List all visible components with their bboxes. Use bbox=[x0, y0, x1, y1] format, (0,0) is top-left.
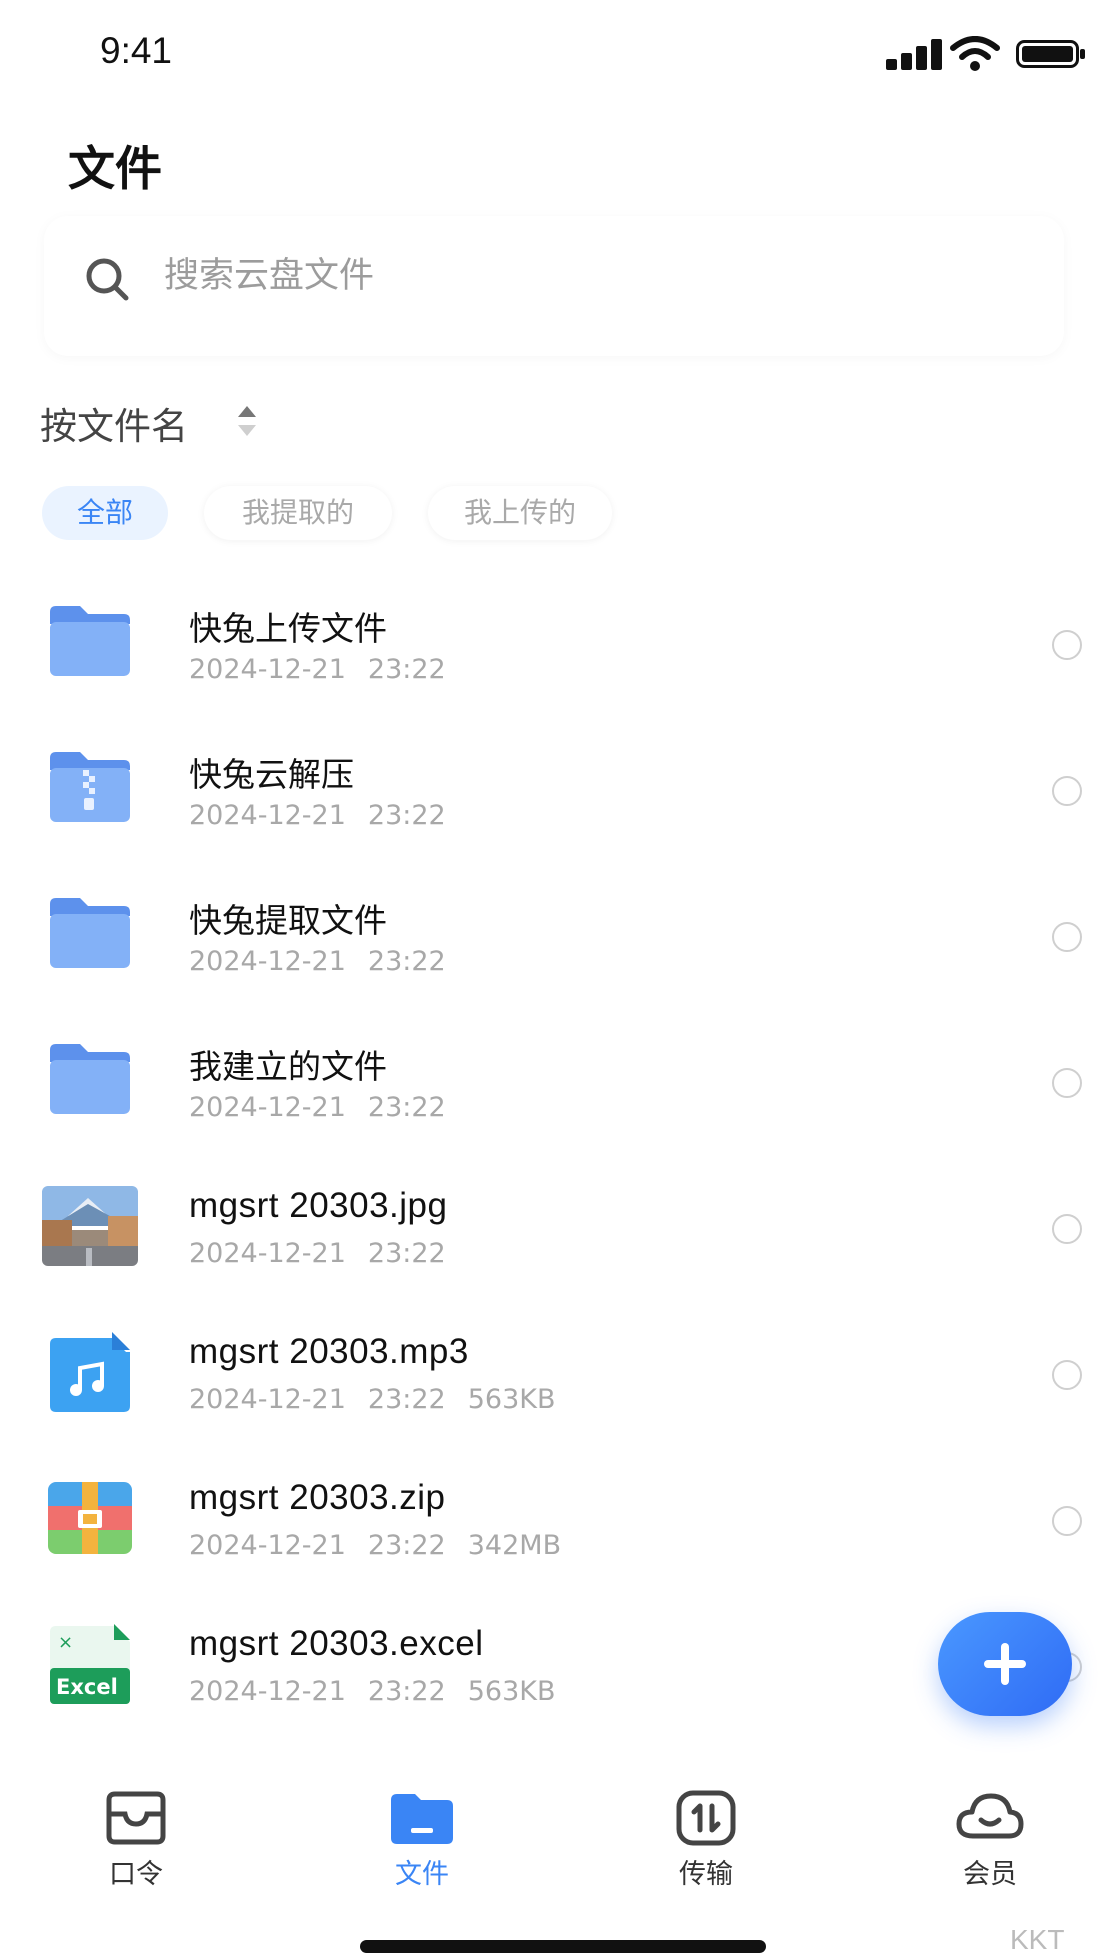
file-name: mgsrt 20303.zip bbox=[189, 1478, 446, 1517]
archive-file-icon bbox=[48, 1482, 132, 1554]
file-time: 23:22 bbox=[367, 800, 446, 831]
plus-icon bbox=[984, 1643, 1026, 1685]
file-size: 563KB bbox=[467, 1384, 556, 1415]
file-meta: 2024-12-21 23:22 563KB bbox=[189, 1384, 578, 1415]
nav-tab-membership[interactable]: 会员 bbox=[890, 1790, 1090, 1890]
file-date: 2024-12-21 bbox=[189, 1092, 346, 1123]
file-meta: 2024-12-21 23:22 bbox=[189, 946, 468, 977]
file-meta: 2024-12-21 23:22 bbox=[189, 800, 468, 831]
file-time: 23:22 bbox=[367, 1384, 446, 1415]
sort-arrows-icon[interactable] bbox=[236, 404, 258, 438]
select-radio[interactable] bbox=[1052, 1214, 1082, 1244]
nav-label: 会员 bbox=[963, 1859, 1017, 1890]
file-name: 快兔上传文件 bbox=[189, 609, 387, 648]
add-button[interactable] bbox=[938, 1612, 1072, 1716]
music-file-icon bbox=[50, 1332, 130, 1412]
file-name: mgsrt 20303.excel bbox=[189, 1624, 484, 1663]
select-radio[interactable] bbox=[1052, 1068, 1082, 1098]
nav-tab-transfer[interactable]: 传输 bbox=[606, 1790, 806, 1890]
search-icon bbox=[86, 258, 129, 301]
file-name: mgsrt 20303.mp3 bbox=[189, 1332, 469, 1371]
select-radio[interactable] bbox=[1052, 922, 1082, 952]
file-row[interactable]: 快兔云解压 2024-12-21 23:22 bbox=[0, 718, 1113, 864]
cloud-icon bbox=[956, 1793, 1024, 1839]
file-time: 23:22 bbox=[367, 1092, 446, 1123]
excel-icon-text: Excel bbox=[56, 1675, 118, 1699]
image-thumbnail bbox=[42, 1186, 138, 1266]
file-row[interactable]: mgsrt 20303.jpg 2024-12-21 23:22 bbox=[0, 1156, 1113, 1302]
status-time: 9:41 bbox=[100, 30, 173, 71]
folder-icon bbox=[50, 898, 130, 968]
page-title: 文件 bbox=[68, 142, 162, 197]
folder-icon bbox=[391, 1794, 453, 1844]
zip-folder-icon bbox=[50, 752, 130, 822]
transfer-icon bbox=[676, 1790, 736, 1846]
file-time: 23:22 bbox=[367, 1676, 446, 1707]
file-time: 23:22 bbox=[367, 946, 446, 977]
home-indicator bbox=[360, 1940, 766, 1953]
file-meta: 2024-12-21 23:22 bbox=[189, 1238, 468, 1269]
file-meta: 2024-12-21 23:22 563KB bbox=[189, 1676, 578, 1707]
file-row[interactable]: 快兔上传文件 2024-12-21 23:22 bbox=[0, 572, 1113, 718]
file-name: 快兔提取文件 bbox=[189, 901, 387, 940]
excel-file-icon: × Excel bbox=[50, 1624, 130, 1704]
file-date: 2024-12-21 bbox=[189, 1384, 346, 1415]
select-radio[interactable] bbox=[1052, 1506, 1082, 1536]
file-time: 23:22 bbox=[367, 1530, 446, 1561]
filter-chip-uploaded[interactable]: 我上传的 bbox=[428, 486, 612, 540]
nav-label: 文件 bbox=[395, 1859, 449, 1890]
file-date: 2024-12-21 bbox=[189, 1530, 346, 1561]
select-radio[interactable] bbox=[1052, 776, 1082, 806]
file-date: 2024-12-21 bbox=[189, 1238, 346, 1269]
nav-label: 口令 bbox=[109, 1859, 163, 1890]
sort-by-name-label[interactable]: 按文件名 bbox=[40, 396, 188, 450]
file-meta: 2024-12-21 23:22 bbox=[189, 1092, 468, 1123]
file-date: 2024-12-21 bbox=[189, 654, 346, 685]
nav-tab-koling[interactable]: 口令 bbox=[36, 1790, 236, 1890]
file-time: 23:22 bbox=[367, 1238, 446, 1269]
file-meta: 2024-12-21 23:22 342MB bbox=[189, 1530, 583, 1561]
file-size: 563KB bbox=[467, 1676, 556, 1707]
file-date: 2024-12-21 bbox=[189, 800, 346, 831]
file-name: 我建立的文件 bbox=[189, 1047, 387, 1086]
nav-label: 传输 bbox=[679, 1859, 733, 1890]
file-meta: 2024-12-21 23:22 bbox=[189, 654, 468, 685]
svg-text:×: × bbox=[58, 1632, 73, 1653]
nav-tab-files[interactable]: 文件 bbox=[322, 1790, 522, 1890]
inbox-icon bbox=[106, 1791, 166, 1845]
file-size: 342MB bbox=[467, 1530, 562, 1561]
file-row[interactable]: mgsrt 20303.zip 2024-12-21 23:22 342MB bbox=[0, 1448, 1113, 1594]
battery-icon bbox=[1016, 40, 1085, 68]
file-date: 2024-12-21 bbox=[189, 946, 346, 977]
file-row[interactable]: 我建立的文件 2024-12-21 23:22 bbox=[0, 1010, 1113, 1156]
signal-icon bbox=[886, 38, 942, 70]
search-input[interactable] bbox=[164, 248, 964, 304]
file-name: mgsrt 20303.jpg bbox=[189, 1186, 448, 1225]
file-date: 2024-12-21 bbox=[189, 1676, 346, 1707]
folder-icon bbox=[50, 1044, 130, 1114]
filter-chip-all[interactable]: 全部 bbox=[42, 486, 168, 540]
select-radio[interactable] bbox=[1052, 1360, 1082, 1390]
file-name: 快兔云解压 bbox=[189, 755, 354, 794]
file-time: 23:22 bbox=[367, 654, 446, 685]
folder-icon bbox=[50, 606, 130, 676]
file-row[interactable]: 快兔提取文件 2024-12-21 23:22 bbox=[0, 864, 1113, 1010]
watermark: KKT bbox=[1010, 1924, 1065, 1955]
wifi-icon bbox=[950, 36, 1000, 71]
select-radio[interactable] bbox=[1052, 630, 1082, 660]
file-row[interactable]: mgsrt 20303.mp3 2024-12-21 23:22 563KB bbox=[0, 1302, 1113, 1448]
filter-chip-extracted[interactable]: 我提取的 bbox=[204, 486, 392, 540]
